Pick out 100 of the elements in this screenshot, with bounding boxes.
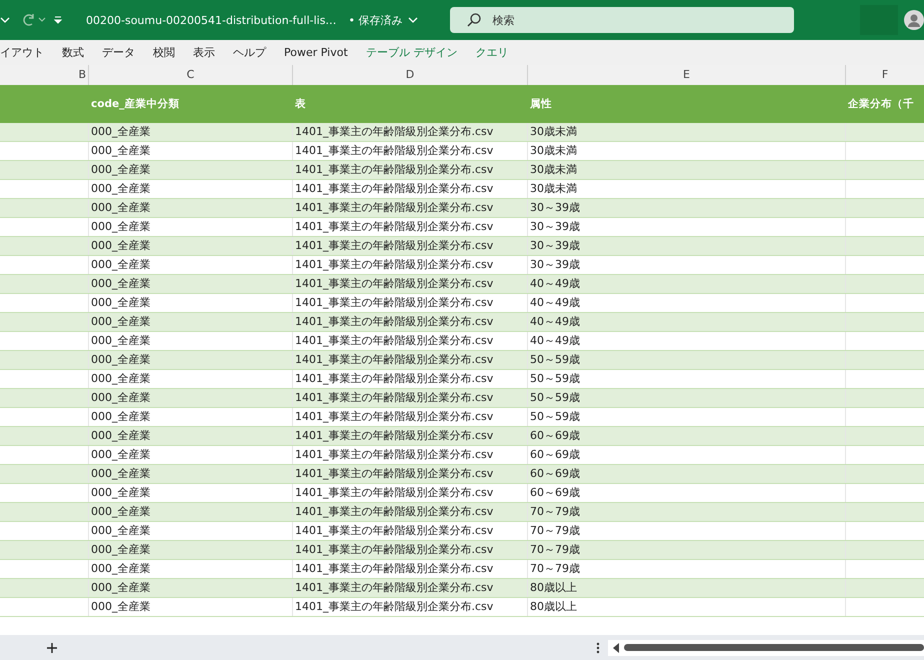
table-cell: 1401_事業主の年齢階級別企業分布.csv bbox=[292, 389, 527, 407]
customize-toolbar-icon[interactable] bbox=[52, 14, 64, 26]
table-cell: 000_全産業 bbox=[88, 294, 292, 312]
table-cell: 1401_事業主の年齢階級別企業分布.csv bbox=[292, 560, 527, 578]
more-options-icon[interactable] bbox=[596, 642, 600, 654]
table-header-cell-text: code_産業中分類 bbox=[90, 96, 180, 112]
ribbon-tab[interactable]: クエリ bbox=[466, 45, 518, 60]
table-cell: 1401_事業主の年齢階級別企業分布.csv bbox=[292, 503, 527, 521]
table-cell: 000_全産業 bbox=[88, 256, 292, 274]
table-cell: 000_全産業 bbox=[88, 161, 292, 179]
ribbon-tab[interactable]: テーブル デザイン bbox=[356, 45, 466, 60]
table-cell: 000_全産業 bbox=[88, 370, 292, 388]
table-cell: 000_全産業 bbox=[88, 123, 292, 141]
table-cell: 1401_事業主の年齢階級別企業分布.csv bbox=[292, 427, 527, 445]
table-cell: 40～49歳 bbox=[527, 275, 845, 293]
table-cell: 000_全産業 bbox=[88, 332, 292, 350]
table-cell: 1401_事業主の年齢階級別企業分布.csv bbox=[292, 142, 527, 160]
table-cell: 1401_事業主の年齢階級別企業分布.csv bbox=[292, 332, 527, 350]
table-cell: 000_全産業 bbox=[88, 142, 292, 160]
table-cell: 1401_事業主の年齢階級別企業分布.csv bbox=[292, 294, 527, 312]
table-cell: 000_全産業 bbox=[88, 313, 292, 331]
table-cell: 40～49歳 bbox=[527, 294, 845, 312]
table-cell: 000_全産業 bbox=[88, 408, 292, 426]
table-cell: 1401_事業主の年齢階級別企業分布.csv bbox=[292, 446, 527, 464]
table-cell: 1401_事業主の年齢階級別企業分布.csv bbox=[292, 522, 527, 540]
table-cell: 1401_事業主の年齢階級別企業分布.csv bbox=[292, 541, 527, 559]
column-header[interactable]: B bbox=[0, 65, 88, 85]
table-cell: 000_全産業 bbox=[88, 579, 292, 597]
table-cell: 1401_事業主の年齢階級別企業分布.csv bbox=[292, 199, 527, 217]
save-status[interactable]: • 保存済み bbox=[348, 12, 402, 28]
table-cell: 60～69歳 bbox=[527, 427, 845, 445]
ribbon-tab[interactable]: 校閲 bbox=[144, 45, 184, 60]
table-cell: 1401_事業主の年齢階級別企業分布.csv bbox=[292, 465, 527, 483]
table-cell: 1401_事業主の年齢階級別企業分布.csv bbox=[292, 313, 527, 331]
chevron-down-icon[interactable] bbox=[408, 15, 418, 25]
scroll-left-icon[interactable] bbox=[612, 642, 620, 652]
table-cell: 1401_事業主の年齢階級別企業分布.csv bbox=[292, 180, 527, 198]
table-cell: 000_全産業 bbox=[88, 465, 292, 483]
table-cell: 70～79歳 bbox=[527, 522, 845, 540]
table-cell: 60～69歳 bbox=[527, 446, 845, 464]
search-icon bbox=[466, 12, 482, 28]
table-cell: 000_全産業 bbox=[88, 180, 292, 198]
table-cell: 40～49歳 bbox=[527, 332, 845, 350]
table-cell: 000_全産業 bbox=[88, 275, 292, 293]
table-cell: 1401_事業主の年齢階級別企業分布.csv bbox=[292, 218, 527, 236]
ribbon-tab[interactable]: イアウト bbox=[0, 45, 53, 60]
table-header-cell-text: 属性 bbox=[529, 97, 553, 112]
ribbon-tab[interactable]: 数式 bbox=[53, 45, 93, 60]
table-cell: 1401_事業主の年齢階級別企業分布.csv bbox=[292, 275, 527, 293]
table-cell: 1401_事業主の年齢階級別企業分布.csv bbox=[292, 484, 527, 502]
table-cell: 30～39歳 bbox=[527, 237, 845, 255]
table-cell: 60～69歳 bbox=[527, 465, 845, 483]
table-cell: 1401_事業主の年齢階級別企業分布.csv bbox=[292, 123, 527, 141]
table-cell: 1401_事業主の年齢階級別企業分布.csv bbox=[292, 256, 527, 274]
table-cell: 000_全産業 bbox=[88, 427, 292, 445]
ribbon-tab[interactable]: ヘルプ bbox=[224, 45, 275, 60]
table-cell: 30～39歳 bbox=[527, 218, 845, 236]
table-cell: 30歳未満 bbox=[527, 123, 845, 141]
table-cell: 000_全産業 bbox=[88, 237, 292, 255]
horizontal-scrollbar[interactable] bbox=[608, 640, 924, 656]
table-cell: 1401_事業主の年齢階級別企業分布.csv bbox=[292, 237, 527, 255]
ribbon-tab[interactable]: 表示 bbox=[184, 45, 224, 60]
table-cell: 50～59歳 bbox=[527, 370, 845, 388]
ribbon-tab[interactable]: Power Pivot bbox=[275, 46, 357, 59]
table-cell: 1401_事業主の年齢階級別企業分布.csv bbox=[292, 598, 527, 616]
table-header-cell-text: 表 bbox=[294, 97, 307, 112]
table-cell: 000_全産業 bbox=[88, 503, 292, 521]
table-cell: 000_全産業 bbox=[88, 446, 292, 464]
table-cell: 80歳以上 bbox=[527, 579, 845, 597]
table-cell: 000_全産業 bbox=[88, 541, 292, 559]
table-cell: 000_全産業 bbox=[88, 560, 292, 578]
chevron-down-icon[interactable] bbox=[0, 15, 10, 25]
ribbon-tab[interactable]: データ bbox=[93, 45, 144, 60]
table-cell: 80歳以上 bbox=[527, 598, 845, 616]
table-cell: 000_全産業 bbox=[88, 522, 292, 540]
table-cell: 30～39歳 bbox=[527, 256, 845, 274]
table-cell: 30歳未満 bbox=[527, 180, 845, 198]
table-cell: 30～39歳 bbox=[527, 199, 845, 217]
table-cell: 1401_事業主の年齢階級別企業分布.csv bbox=[292, 370, 527, 388]
table-cell: 000_全産業 bbox=[88, 389, 292, 407]
file-name[interactable]: 00200-soumu-00200541-distribution-full-lis… bbox=[86, 14, 336, 26]
table-cell: 70～79歳 bbox=[527, 541, 845, 559]
table-cell: 000_全産業 bbox=[88, 351, 292, 369]
avatar-icon[interactable] bbox=[904, 10, 924, 30]
table-cell: 1401_事業主の年齢階級別企業分布.csv bbox=[292, 161, 527, 179]
table-cell: 30歳未満 bbox=[527, 142, 845, 160]
table-cell: 70～79歳 bbox=[527, 560, 845, 578]
table-cell: 50～59歳 bbox=[527, 408, 845, 426]
table-cell: 70～79歳 bbox=[527, 503, 845, 521]
table-cell: 000_全産業 bbox=[88, 218, 292, 236]
table-cell: 1401_事業主の年齢階級別企業分布.csv bbox=[292, 351, 527, 369]
table-cell: 50～59歳 bbox=[527, 351, 845, 369]
table-cell: 000_全産業 bbox=[88, 199, 292, 217]
table-cell: 000_全産業 bbox=[88, 484, 292, 502]
search-field[interactable]: 検索 bbox=[450, 7, 794, 33]
table-cell: 1401_事業主の年齢階級別企業分布.csv bbox=[292, 408, 527, 426]
table-cell: 1401_事業主の年齢階級別企業分布.csv bbox=[292, 579, 527, 597]
table-cell: 50～59歳 bbox=[527, 389, 845, 407]
table-cell: 30歳未満 bbox=[527, 161, 845, 179]
scrollbar-thumb[interactable] bbox=[624, 644, 924, 651]
